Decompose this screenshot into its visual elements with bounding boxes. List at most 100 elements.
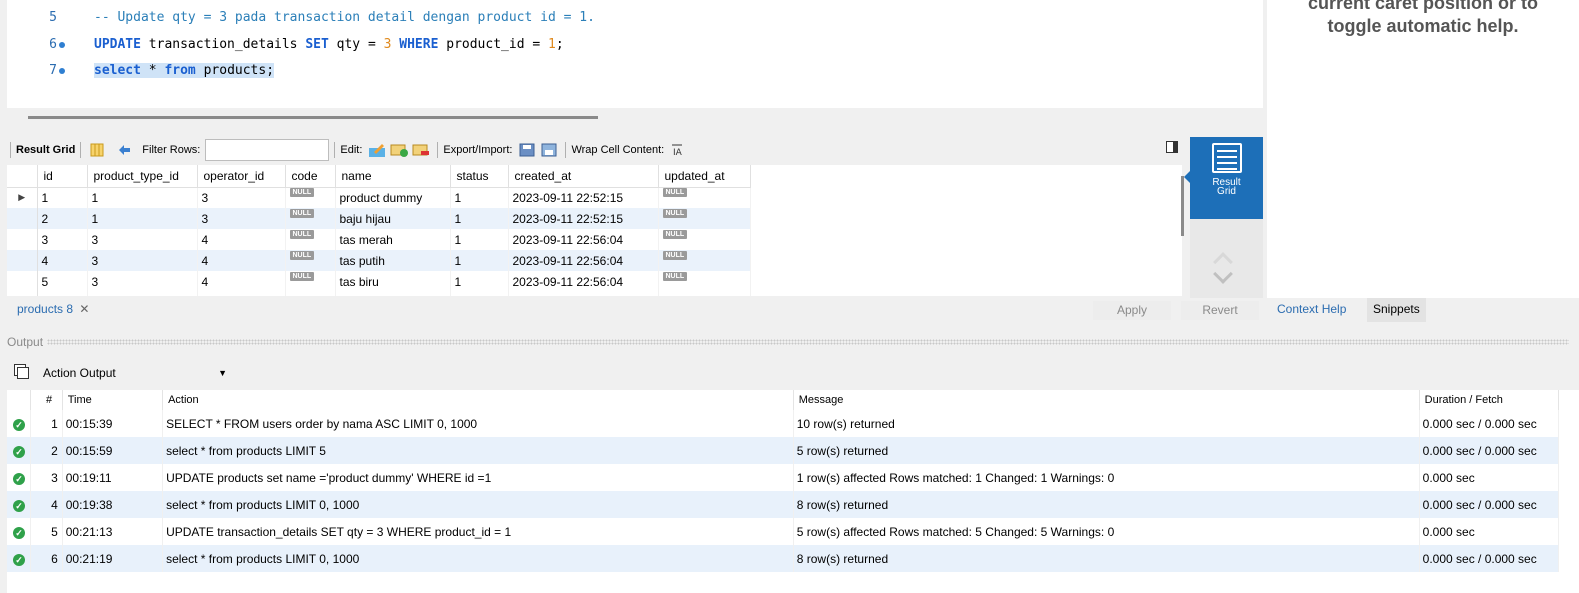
tab-context-help[interactable]: Context Help: [1277, 302, 1346, 316]
grid-cell[interactable]: 1: [450, 187, 509, 208]
row-marker[interactable]: [7, 229, 38, 250]
grid-cell[interactable]: 4: [197, 271, 286, 292]
grid-cell[interactable]: 4: [37, 250, 88, 271]
row-marker[interactable]: [7, 250, 38, 271]
line-number: 5: [49, 10, 57, 25]
grid-cell[interactable]: 1: [450, 208, 509, 229]
tab-products[interactable]: products 8 ✕: [17, 302, 89, 316]
output-row[interactable]: ✓ 6 00:21:19 select * from products LIMIT 0…: [7, 545, 1560, 572]
output-row[interactable]: ✓ 5 00:21:13 UPDATE transaction_details SET…: [7, 518, 1560, 545]
grid-cell[interactable]: NULL: [658, 271, 751, 292]
grid-cell[interactable]: 2023-09-11 22:56:04: [508, 271, 659, 292]
grid-cell[interactable]: NULL: [658, 208, 751, 229]
table-row[interactable]: ▶ 1 1 3 NULL product dummy 1 2023-09-11 22:52:1…: [7, 187, 751, 208]
grid-cell[interactable]: 3: [87, 271, 198, 292]
output-column-header[interactable]: #: [30, 390, 63, 410]
column-header[interactable]: name: [335, 165, 451, 188]
export-icon[interactable]: [518, 142, 536, 158]
row-marker[interactable]: [7, 271, 38, 292]
column-header[interactable]: operator_id: [197, 165, 286, 188]
side-result-grid-button[interactable]: Result Grid: [1190, 137, 1263, 219]
column-header[interactable]: created_at: [508, 165, 659, 188]
grid-cell[interactable]: NULL: [658, 229, 751, 250]
grid-cell[interactable]: 3: [87, 229, 198, 250]
wrap-text-icon[interactable]: IA: [668, 142, 686, 158]
copy-icon[interactable]: [17, 367, 29, 379]
chevron-down-icon[interactable]: [1213, 264, 1233, 284]
grid-cell[interactable]: tas merah: [335, 229, 451, 250]
add-row-icon[interactable]: [390, 142, 409, 158]
grid-cell[interactable]: NULL: [285, 187, 336, 208]
output-row[interactable]: ✓ 2 00:15:59 select * from products LIMIT 5…: [7, 437, 1560, 464]
grid-cell[interactable]: product dummy: [335, 187, 451, 208]
grid-cell[interactable]: 2: [37, 208, 88, 229]
success-check-icon: ✓: [13, 418, 25, 431]
grid-cell[interactable]: 3: [37, 229, 88, 250]
grid-cell[interactable]: 5: [37, 271, 88, 292]
result-grid[interactable]: id product_type_id operator_id code name stat…: [7, 165, 1182, 296]
table-row[interactable]: 3 3 4 NULL tas merah 1 2023-09-11 22:56:04 NULL: [7, 229, 751, 250]
grid-cell[interactable]: NULL: [285, 229, 336, 250]
sql-editor[interactable]: 5 -- Update qty = 3 pada transaction deta…: [7, 0, 1263, 108]
close-icon[interactable]: ✕: [79, 302, 89, 316]
grid-cell[interactable]: tas biru: [335, 271, 451, 292]
grid-cell[interactable]: 3: [197, 208, 286, 229]
delete-row-icon[interactable]: [412, 142, 430, 158]
table-row[interactable]: 5 3 4 NULL tas biru 1 2023-09-11 22:56:04 NULL: [7, 271, 751, 292]
grid-cell[interactable]: 4: [197, 250, 286, 271]
table-row[interactable]: 2 1 3 NULL baju hijau 1 2023-09-11 22:52:15 NUL…: [7, 208, 751, 229]
editor-horizontal-scrollbar[interactable]: [28, 116, 598, 119]
column-header[interactable]: status: [450, 165, 509, 188]
column-header[interactable]: code: [285, 165, 336, 188]
filter-rows-input[interactable]: [205, 139, 330, 161]
output-message: 8 row(s) returned: [793, 545, 1420, 572]
grid-cell[interactable]: 1: [87, 187, 198, 208]
import-icon[interactable]: [540, 142, 558, 158]
output-type-select[interactable]: Action Output ▼: [7, 361, 237, 385]
grid-cell[interactable]: baju hijau: [335, 208, 451, 229]
refresh-arrows-icon[interactable]: [116, 142, 134, 158]
grid-cell[interactable]: 1: [450, 271, 509, 292]
grid-cell[interactable]: 1: [450, 229, 509, 250]
output-column-header[interactable]: Duration / Fetch: [1419, 390, 1560, 410]
column-header[interactable]: product_type_id: [87, 165, 198, 188]
grid-view-icon[interactable]: [88, 142, 106, 158]
row-marker[interactable]: ▶: [7, 187, 38, 208]
grid-cell[interactable]: 1: [37, 187, 88, 208]
grid-cell[interactable]: NULL: [285, 250, 336, 271]
tab-snippets[interactable]: Snippets: [1367, 298, 1426, 322]
grid-cell[interactable]: 1: [450, 250, 509, 271]
output-column-header[interactable]: Action: [162, 390, 794, 410]
edit-pencil-icon[interactable]: [368, 142, 386, 158]
output-column-header[interactable]: Message: [793, 390, 1420, 410]
table-row[interactable]: 4 3 4 NULL tas putih 1 2023-09-11 22:56:04 NULL: [7, 250, 751, 271]
grid-cell[interactable]: tas putih: [335, 250, 451, 271]
output-column-header[interactable]: Time: [62, 390, 164, 410]
column-header[interactable]: id: [37, 165, 88, 188]
column-header[interactable]: updated_at: [658, 165, 751, 188]
grid-cell[interactable]: NULL: [285, 208, 336, 229]
row-marker[interactable]: [7, 208, 38, 229]
grid-vertical-scrollbar[interactable]: [1181, 176, 1184, 236]
grid-cell[interactable]: 2023-09-11 22:52:15: [508, 187, 659, 208]
grid-cell[interactable]: NULL: [658, 250, 751, 271]
grid-cell[interactable]: 3: [87, 250, 198, 271]
apply-button[interactable]: Apply: [1093, 301, 1171, 320]
grid-cell[interactable]: 1: [87, 208, 198, 229]
grid-cell[interactable]: NULL: [658, 187, 751, 208]
output-row[interactable]: ✓ 4 00:19:38 select * from products LIMIT 0…: [7, 491, 1560, 518]
result-grid-label: Result Grid: [16, 144, 76, 156]
grid-cell[interactable]: 2023-09-11 22:52:15: [508, 208, 659, 229]
grid-corner[interactable]: [7, 165, 38, 188]
grid-cell[interactable]: 4: [197, 229, 286, 250]
grid-cell[interactable]: NULL: [285, 271, 336, 292]
grid-cell[interactable]: 3: [197, 187, 286, 208]
toggle-side-panel-icon[interactable]: [1166, 141, 1178, 153]
table-row-partial: [7, 292, 751, 296]
chevron-down-icon[interactable]: ▼: [218, 368, 227, 378]
grid-cell[interactable]: 2023-09-11 22:56:04: [508, 250, 659, 271]
output-row[interactable]: ✓ 1 00:15:39 SELECT * FROM users order by n…: [7, 410, 1560, 437]
output-row[interactable]: ✓ 3 00:19:11 UPDATE products set name ='pro…: [7, 464, 1560, 491]
grid-cell[interactable]: 2023-09-11 22:56:04: [508, 229, 659, 250]
revert-button[interactable]: Revert: [1181, 301, 1259, 320]
